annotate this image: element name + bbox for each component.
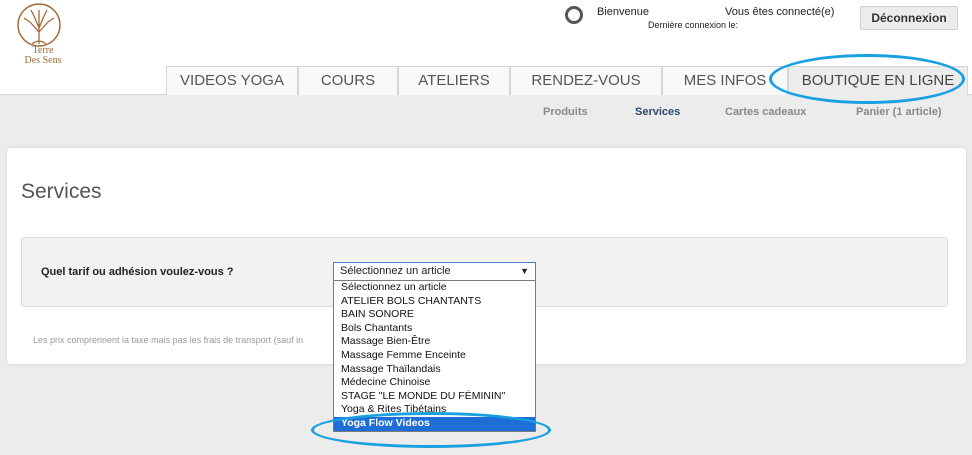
service-select[interactable]: Sélectionnez un article ▼ — [333, 262, 536, 281]
tab-mes-infos[interactable]: MES INFOS — [662, 66, 788, 95]
dropdown-option[interactable]: Yoga & Rites Tibétains — [334, 403, 535, 417]
dropdown-option[interactable]: Bols Chantants — [334, 322, 535, 336]
tab-boutique-en-ligne[interactable]: BOUTIQUE EN LIGNE — [788, 66, 968, 95]
tab-videos-yoga[interactable]: VIDEOS YOGA — [166, 66, 298, 95]
dropdown-option[interactable]: Médecine Chinoise — [334, 376, 535, 390]
subnav-cartes-cadeaux[interactable]: Cartes cadeaux — [725, 106, 806, 118]
page-title: Services — [21, 180, 102, 203]
tab-ateliers[interactable]: ATELIERS — [398, 66, 510, 95]
connected-status: Vous êtes connecté(e) — [725, 6, 835, 18]
price-footnote: Les prix comprennent la taxe mais pas le… — [33, 335, 304, 345]
user-avatar-icon — [565, 6, 583, 24]
dropdown-option[interactable]: ATELIER BOLS CHANTANTS — [334, 295, 535, 309]
dropdown-option[interactable]: Sélectionnez un article — [334, 281, 535, 295]
dropdown-option[interactable]: Massage Bien-Être — [334, 335, 535, 349]
service-select-value: Sélectionnez un article — [340, 265, 451, 277]
service-question-label: Quel tarif ou adhésion voulez-vous ? — [41, 266, 234, 278]
dropdown-arrow-icon: ▼ — [520, 266, 529, 276]
dropdown-option[interactable]: Massage Femme Enceinte — [334, 349, 535, 363]
subnav-services[interactable]: Services — [635, 106, 680, 118]
subnav-panier[interactable]: Panier (1 article) — [856, 106, 942, 118]
subnav-produits[interactable]: Produits — [543, 106, 588, 118]
main-nav: VIDEOS YOGA COURS ATELIERS RENDEZ-VOUS M… — [166, 66, 968, 95]
welcome-text: Bienvenue — [597, 6, 649, 18]
dropdown-option[interactable]: STAGE "LE MONDE DU FÉMININ" — [334, 390, 535, 404]
dropdown-option[interactable]: BAIN SONORE — [334, 308, 535, 322]
top-bar: Terre Des Sens Bienvenue Dernière connex… — [0, 0, 972, 95]
tab-cours[interactable]: COURS — [298, 66, 398, 95]
dropdown-option[interactable]: Massage Thaïlandais — [334, 363, 535, 377]
brand-name-line2: Des Sens — [24, 55, 62, 66]
dropdown-option-yoga-flow-videos[interactable]: Yoga Flow Videos — [334, 416, 535, 431]
logout-button[interactable]: Déconnexion — [860, 6, 958, 30]
tab-rendez-vous[interactable]: RENDEZ-VOUS — [510, 66, 662, 95]
last-login-text: Dernière connexion le: — [648, 20, 739, 30]
service-dropdown-list: Sélectionnez un article ATELIER BOLS CHA… — [333, 280, 536, 432]
